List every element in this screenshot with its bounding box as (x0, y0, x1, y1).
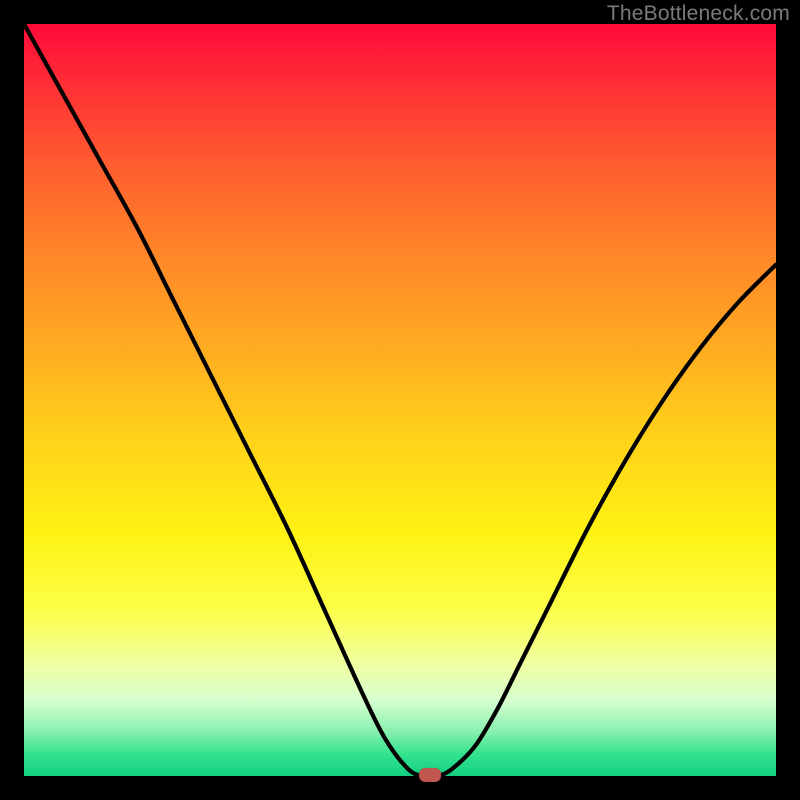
curve-line (24, 24, 776, 777)
bottleneck-curve (24, 24, 776, 776)
chart-frame: TheBottleneck.com (0, 0, 800, 800)
watermark-text: TheBottleneck.com (607, 2, 790, 26)
plot-area (24, 24, 776, 776)
optimal-point-marker (419, 768, 441, 782)
